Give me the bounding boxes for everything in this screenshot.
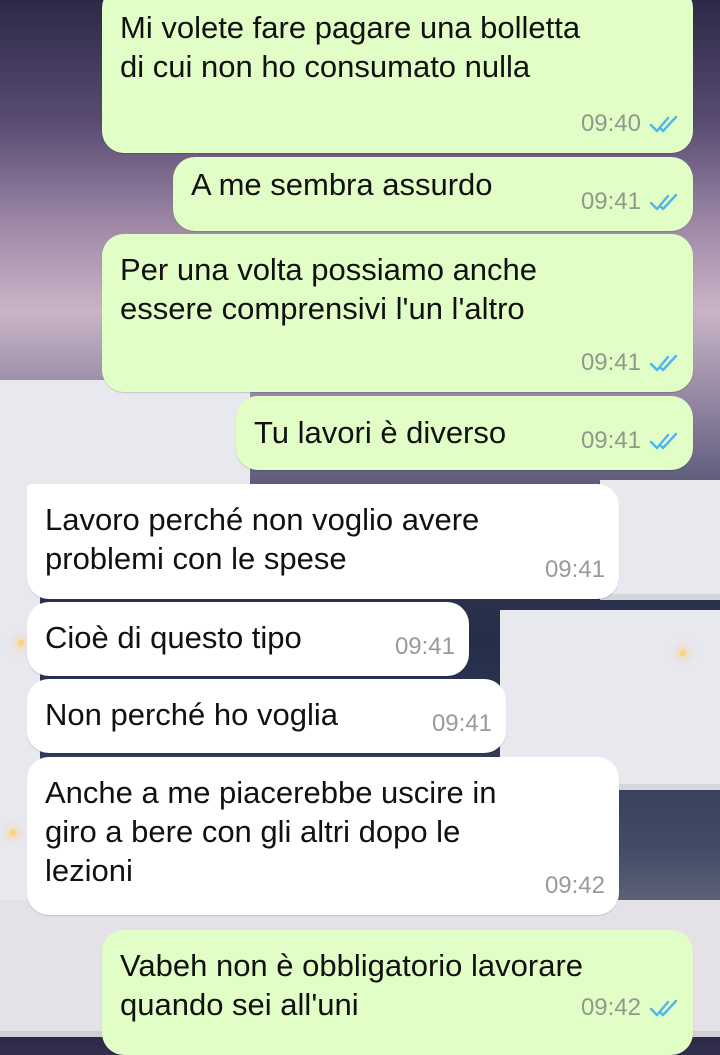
- message-text: Mi volete fare pagare una bolletta di cu…: [120, 10, 581, 84]
- double-check-icon: [649, 432, 678, 449]
- message-bubble-incoming[interactable]: Cioè di questo tipo 09:41: [27, 602, 469, 676]
- message-time: 09:42: [544, 872, 605, 899]
- double-check-icon: [649, 999, 678, 1016]
- message-time: 09:41: [544, 556, 605, 583]
- message-bubble-outgoing[interactable]: Mi volete fare pagare una bolletta di cu…: [102, 0, 693, 153]
- message-list[interactable]: Mi volete fare pagare una bolletta di cu…: [0, 0, 720, 1055]
- message-time: 09:41: [394, 633, 455, 660]
- message-time: 09:42: [580, 994, 641, 1021]
- message-bubble-incoming[interactable]: Lavoro perché non voglio avere problemi …: [27, 484, 619, 599]
- message-time: 09:41: [580, 427, 641, 454]
- message-text: Anche a me piacerebbe uscire in giro a b…: [45, 775, 497, 888]
- message-text: Lavoro perché non voglio avere problemi …: [45, 502, 480, 576]
- message-time: 09:41: [580, 349, 641, 376]
- message-bubble-outgoing[interactable]: Vabeh non è obbligatorio lavorare quando…: [102, 930, 693, 1055]
- message-bubble-outgoing[interactable]: Tu lavori è diverso 09:41: [236, 396, 693, 470]
- message-bubble-outgoing[interactable]: Per una volta possiamo anche essere comp…: [102, 234, 693, 392]
- message-time: 09:40: [580, 110, 641, 137]
- message-text: Cioè di questo tipo: [45, 620, 302, 655]
- message-bubble-outgoing[interactable]: A me sembra assurdo 09:41: [173, 157, 693, 231]
- double-check-icon: [649, 354, 678, 371]
- message-time: 09:41: [431, 710, 492, 737]
- message-text: Per una volta possiamo anche essere comp…: [120, 252, 538, 326]
- message-text: Non perché ho voglia: [45, 697, 338, 732]
- message-bubble-incoming[interactable]: Anche a me piacerebbe uscire in giro a b…: [27, 757, 619, 915]
- message-time: 09:41: [580, 188, 641, 215]
- double-check-icon: [649, 193, 678, 210]
- double-check-icon: [649, 115, 678, 132]
- message-bubble-incoming[interactable]: Non perché ho voglia 09:41: [27, 679, 506, 753]
